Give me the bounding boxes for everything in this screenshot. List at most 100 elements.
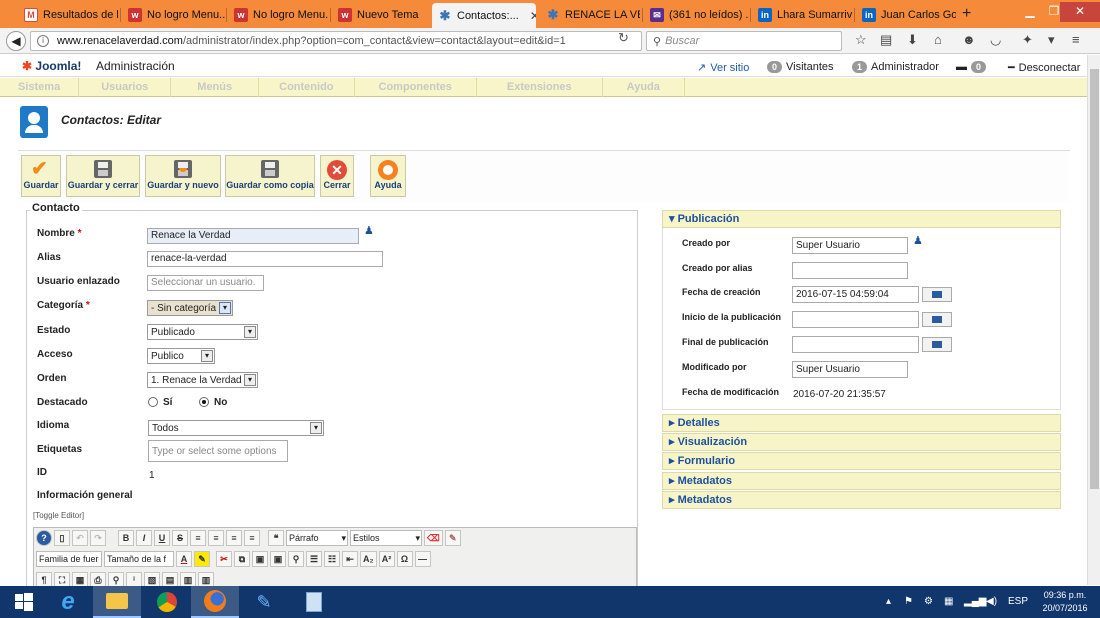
- calendar-icon[interactable]: [922, 337, 952, 352]
- publishing-panel-header[interactable]: ▾ Publicación: [662, 210, 1061, 228]
- browser-tab[interactable]: in Lhara Sumarriv...: [752, 4, 852, 26]
- signal-icon[interactable]: ▂▄▆: [964, 596, 986, 607]
- search-replace-icon[interactable]: ⚲: [288, 551, 304, 567]
- info-icon[interactable]: i: [37, 35, 49, 47]
- ordered-list-icon[interactable]: ☷: [324, 551, 340, 567]
- align-center-icon[interactable]: ≡: [208, 530, 224, 546]
- hamburger-menu-icon[interactable]: ≡: [1072, 32, 1080, 47]
- order-select[interactable]: 1. Renace la Verdad ▾: [147, 372, 258, 388]
- linked-user-input[interactable]: Seleccionar un usuario.: [147, 275, 264, 291]
- brush-icon[interactable]: ✎: [444, 530, 461, 546]
- joomla-logo[interactable]: ✱ Joomla!: [22, 59, 81, 73]
- display-panel-header[interactable]: ▸ Visualización: [662, 433, 1061, 451]
- browser-tab[interactable]: w Nuevo Tema: [332, 4, 428, 26]
- calculator-icon[interactable]: [290, 586, 338, 618]
- search-input[interactable]: ⚲ Buscar: [646, 31, 842, 51]
- bookmark-star-icon[interactable]: ☆: [855, 32, 867, 48]
- flag-icon[interactable]: ⚑: [904, 596, 913, 607]
- blockquote-icon[interactable]: ❝: [268, 530, 284, 546]
- cut-icon[interactable]: ✂: [216, 551, 232, 567]
- extension-icon[interactable]: ✦: [1022, 32, 1033, 48]
- toggle-editor-link[interactable]: [Toggle Editor]: [33, 511, 84, 520]
- featured-no-radio[interactable]: [199, 397, 209, 407]
- save-new-button[interactable]: Guardar y nuevo: [145, 155, 221, 197]
- paste-text-icon[interactable]: ▣: [270, 551, 286, 567]
- browser-tab[interactable]: ✱ RENACE LA VE...: [540, 4, 640, 26]
- new-tab-button[interactable]: +: [962, 5, 971, 23]
- publish-down-input[interactable]: [792, 336, 919, 353]
- messages-status[interactable]: ▬ 0: [956, 61, 987, 73]
- form-panel-header[interactable]: ▸ Formulario: [662, 452, 1061, 470]
- logout-link[interactable]: ━ Desconectar: [1008, 61, 1080, 75]
- browser-tab[interactable]: w No logro Menu...: [122, 4, 226, 26]
- paste-icon[interactable]: ▣: [252, 551, 268, 567]
- help-icon[interactable]: ?: [36, 530, 52, 546]
- created-by-input[interactable]: Super Usuario: [792, 237, 908, 254]
- align-left-icon[interactable]: ≡: [190, 530, 206, 546]
- save-copy-button[interactable]: Guardar como copia: [225, 155, 315, 197]
- reading-list-icon[interactable]: ▤: [880, 32, 892, 48]
- created-alias-input[interactable]: [792, 262, 908, 279]
- chat-icon[interactable]: ☻: [962, 32, 976, 47]
- superscript-icon[interactable]: A²: [378, 551, 395, 567]
- access-select[interactable]: Publico ▾: [147, 348, 215, 364]
- special-char-icon[interactable]: Ω: [396, 551, 413, 567]
- subscript-icon[interactable]: A₂: [360, 551, 377, 567]
- tags-input[interactable]: Type or select some options: [148, 440, 288, 462]
- close-window-icon[interactable]: ✕: [1060, 2, 1100, 22]
- browser-tab[interactable]: w No logro Menu...: [228, 4, 328, 26]
- underline-icon[interactable]: U: [154, 530, 170, 546]
- text-color-icon[interactable]: A: [176, 551, 192, 567]
- styles-select[interactable]: Estilos ▾: [350, 530, 422, 546]
- network-icon[interactable]: ⚙: [924, 596, 933, 607]
- italic-icon[interactable]: I: [136, 530, 152, 546]
- copy-icon[interactable]: ⧉: [234, 551, 250, 567]
- created-date-input[interactable]: 2016-07-15 04:59:04: [792, 286, 919, 303]
- align-right-icon[interactable]: ≡: [226, 530, 242, 546]
- publish-up-input[interactable]: [792, 311, 919, 328]
- start-icon[interactable]: [0, 586, 48, 618]
- help-button[interactable]: Ayuda: [370, 155, 406, 197]
- metadata-panel-header[interactable]: ▸ Metadatos: [662, 472, 1061, 490]
- pocket-icon[interactable]: ◡: [990, 32, 1001, 48]
- eraser-icon[interactable]: ⌫: [424, 530, 443, 546]
- metadata-panel-header-2[interactable]: ▸ Metadatos: [662, 491, 1061, 509]
- view-site-link[interactable]: ↗ Ver sitio: [697, 61, 749, 75]
- back-arrow-icon[interactable]: ◀: [6, 31, 26, 51]
- reload-icon[interactable]: ↻: [618, 30, 629, 46]
- bold-icon[interactable]: B: [118, 530, 134, 546]
- download-icon[interactable]: ⬇: [907, 32, 918, 48]
- details-panel-header[interactable]: ▸ Detalles: [662, 414, 1061, 432]
- browser-tab[interactable]: ✉ (361 no leídos) ...: [644, 4, 748, 26]
- volume-icon[interactable]: ◀): [986, 596, 997, 607]
- new-document-icon[interactable]: ▯: [54, 530, 70, 546]
- name-input[interactable]: Renace la Verdad: [147, 228, 359, 244]
- explorer-icon[interactable]: [93, 586, 141, 618]
- device-icon[interactable]: ▦: [944, 596, 953, 607]
- browser-tab[interactable]: M Resultados de l...: [18, 4, 118, 26]
- language-indicator[interactable]: ESP: [1008, 596, 1028, 607]
- format-select[interactable]: Párrafo ▾: [286, 530, 348, 546]
- undo-icon[interactable]: ↶: [72, 530, 88, 546]
- featured-yes-radio[interactable]: [148, 397, 158, 407]
- save-close-button[interactable]: Guardar y cerrar: [66, 155, 140, 197]
- close-tab-icon[interactable]: ✕: [530, 9, 536, 23]
- font-size-select[interactable]: Tamaño de la f: [104, 551, 174, 567]
- horizontal-rule-icon[interactable]: —: [414, 551, 431, 567]
- tool-icon[interactable]: ✎: [240, 586, 288, 618]
- category-select[interactable]: - Sin categoría ▾: [147, 300, 233, 316]
- unordered-list-icon[interactable]: ☰: [306, 551, 322, 567]
- status-select[interactable]: Publicado ▾: [147, 324, 258, 340]
- tray-chevron-icon[interactable]: ▴: [886, 596, 891, 607]
- save-button[interactable]: Guardar: [21, 155, 61, 197]
- chevron-down-icon[interactable]: ▾: [1048, 32, 1055, 48]
- firefox-icon[interactable]: [191, 586, 239, 618]
- highlight-icon[interactable]: ✎: [194, 551, 210, 567]
- outdent-icon[interactable]: ⇤: [342, 551, 358, 567]
- browser-tab-active[interactable]: ✱ Contactos:... ✕: [432, 3, 536, 28]
- redo-icon[interactable]: ↷: [90, 530, 106, 546]
- chrome-icon[interactable]: [143, 586, 191, 618]
- system-clock[interactable]: 09:36 p.m. 20/07/2016: [1036, 589, 1094, 615]
- align-justify-icon[interactable]: ≡: [244, 530, 260, 546]
- calendar-icon[interactable]: [922, 312, 952, 327]
